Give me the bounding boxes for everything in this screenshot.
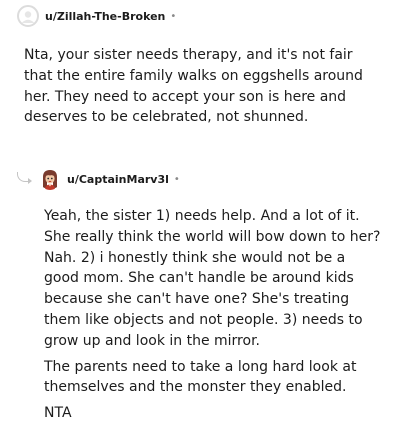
comment-body: Nta, your sister needs therapy, and it's… <box>24 45 380 128</box>
default-user-avatar-icon <box>21 11 35 23</box>
comment-header: u/CaptainMarv3l • <box>39 168 180 190</box>
user-avatar-icon[interactable] <box>17 5 39 27</box>
user-avatar-icon[interactable] <box>39 168 61 190</box>
separator-dot: • <box>170 10 177 22</box>
comment-paragraph: Nta, your sister needs therapy, and it's… <box>24 47 363 126</box>
brown-hair-character-avatar-icon <box>43 170 57 190</box>
comment-paragraph: Yeah, the sister 1) needs help. And a lo… <box>44 208 381 349</box>
username-link[interactable]: u/CaptainMarv3l <box>67 173 169 186</box>
comment-header: u/Zillah-The-Broken • <box>17 5 176 27</box>
separator-dot: • <box>173 173 180 185</box>
username-link[interactable]: u/Zillah-The-Broken <box>45 10 165 23</box>
comment-paragraph: NTA <box>44 405 72 422</box>
comment-body: Yeah, the sister 1) needs help. And a lo… <box>44 206 382 424</box>
thread-arrow-icon <box>28 178 32 184</box>
comment-paragraph: The parents need to take a long hard loo… <box>44 358 357 396</box>
